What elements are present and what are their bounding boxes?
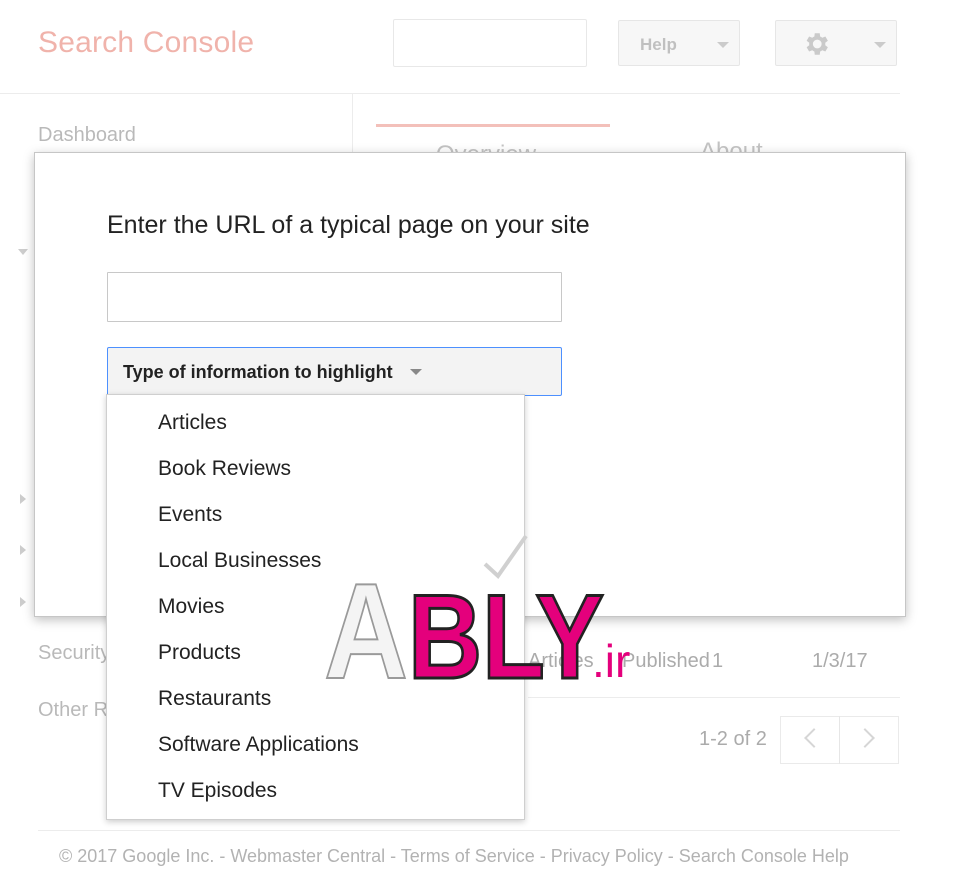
- menu-item-software-applications[interactable]: Software Applications: [107, 722, 524, 768]
- menu-item-articles[interactable]: Articles: [107, 400, 524, 446]
- information-type-select-label: Type of information to highlight: [123, 362, 393, 382]
- svg-text:A: A: [324, 555, 408, 692]
- expand-arrow-icon[interactable]: [18, 249, 28, 255]
- settings-button[interactable]: [775, 20, 897, 66]
- sidebar-divider: [352, 93, 353, 153]
- collapse-arrow-icon[interactable]: [20, 545, 26, 555]
- tab-about[interactable]: About: [640, 124, 840, 154]
- ably-watermark-logo: A BLY .ir: [323, 534, 630, 692]
- chevron-right-icon: [855, 728, 875, 748]
- header-divider: [0, 93, 900, 94]
- header-search-box[interactable]: [393, 19, 587, 67]
- tab-overview[interactable]: Overview: [376, 124, 610, 154]
- dialog-title: Enter the URL of a typical page on your …: [107, 211, 590, 239]
- svg-text:.ir: .ir: [592, 635, 630, 687]
- gear-icon: [806, 33, 828, 55]
- sidebar-item-dashboard[interactable]: Dashboard: [38, 124, 136, 147]
- table-cell-date: 1/3/17: [812, 650, 868, 672]
- chevron-left-icon: [804, 728, 824, 748]
- chevron-down-icon: [874, 42, 886, 48]
- table-cell-pages: 1: [712, 650, 724, 672]
- information-type-select[interactable]: Type of information to highlight: [107, 347, 562, 396]
- page-url-input[interactable]: [107, 272, 562, 322]
- menu-item-book-reviews[interactable]: Book Reviews: [107, 446, 524, 492]
- footer-divider: [38, 830, 900, 831]
- footer-links[interactable]: © 2017 Google Inc. - Webmaster Central -…: [59, 846, 849, 867]
- collapse-arrow-icon[interactable]: [20, 597, 26, 607]
- help-button[interactable]: Help: [618, 20, 740, 66]
- chevron-down-icon: [717, 42, 729, 48]
- chevron-down-icon: [410, 369, 422, 375]
- table-row-divider: [528, 697, 900, 698]
- next-page-button[interactable]: [839, 716, 899, 764]
- previous-page-button[interactable]: [780, 716, 840, 764]
- menu-item-tv-episodes[interactable]: TV Episodes: [107, 768, 524, 814]
- pager-count: 1-2 of 2: [699, 728, 767, 750]
- app-logo[interactable]: Search Console: [38, 26, 254, 60]
- collapse-arrow-icon[interactable]: [20, 494, 26, 504]
- help-button-label: Help: [640, 35, 677, 54]
- svg-text:BLY: BLY: [408, 570, 604, 692]
